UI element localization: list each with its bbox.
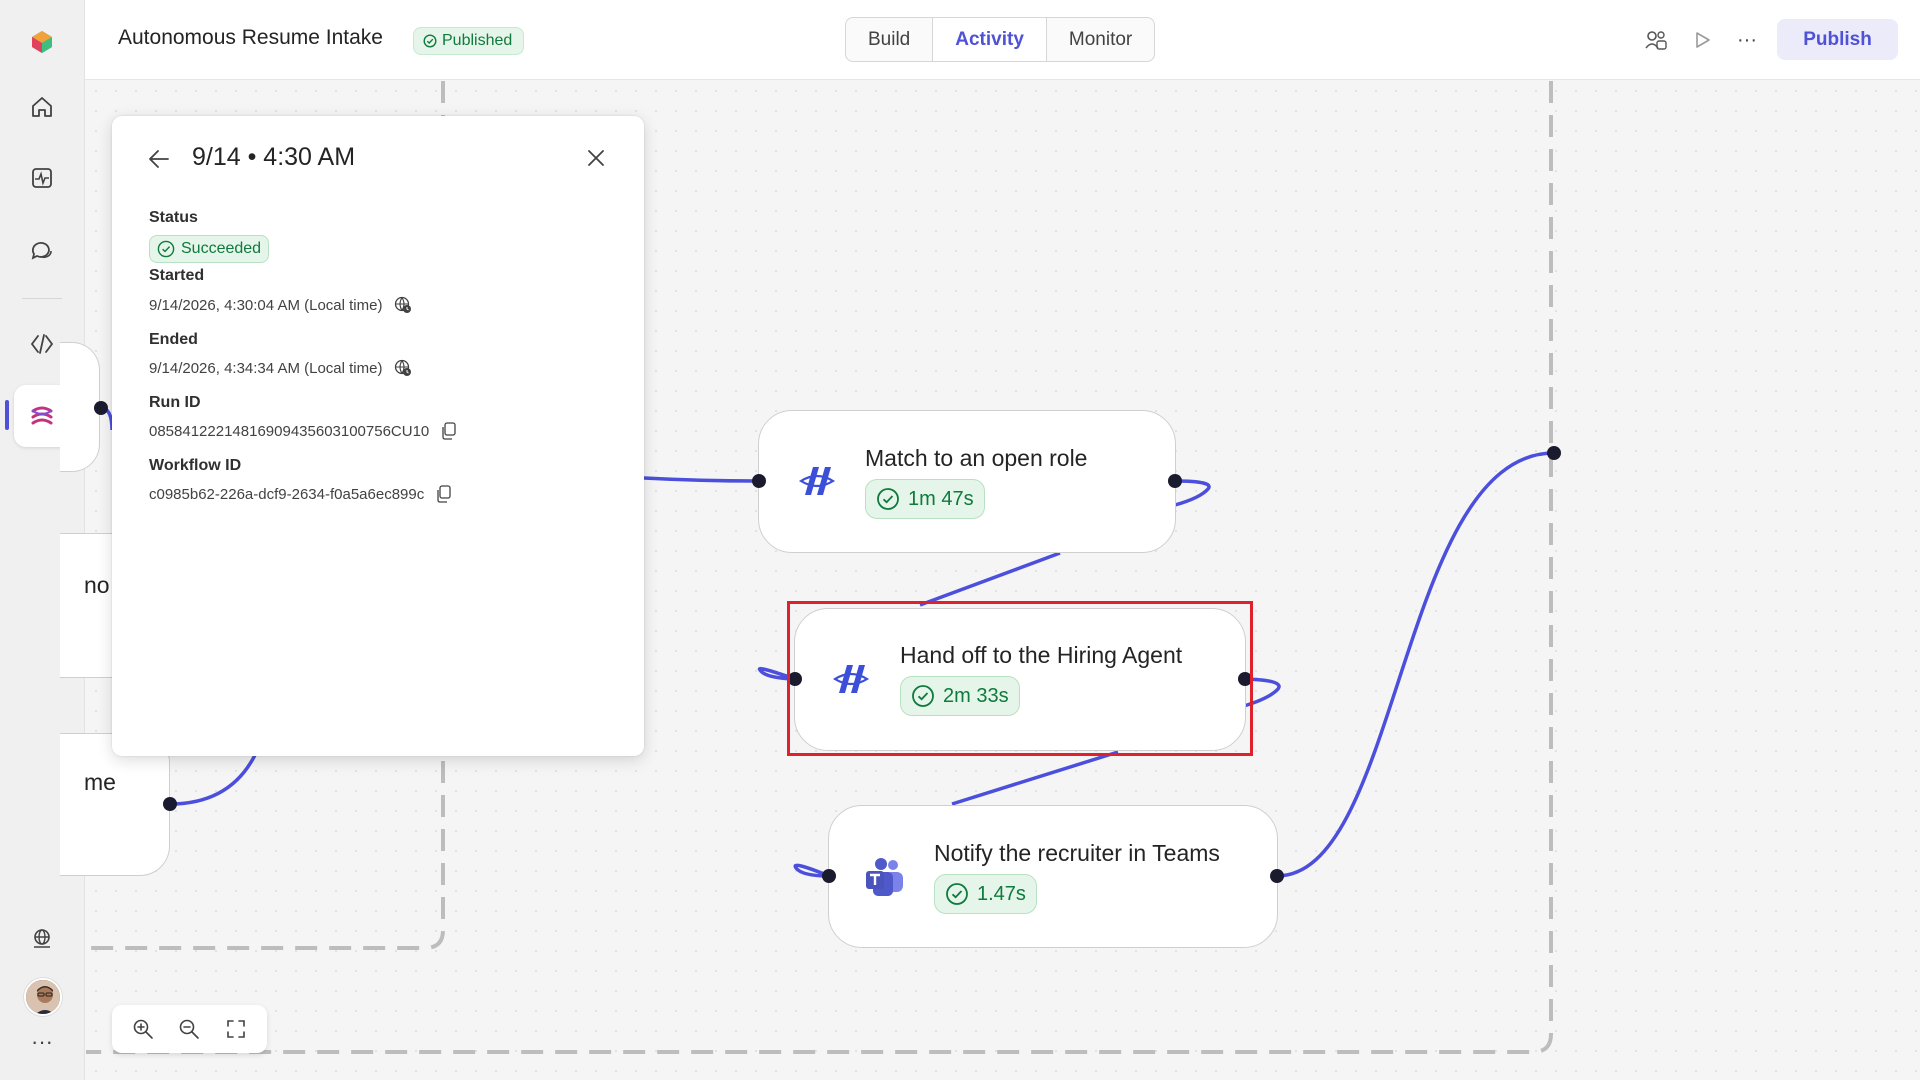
node-match-open-role[interactable]: Match to an open role 1m 47s	[758, 410, 1176, 553]
output-port[interactable]	[1270, 869, 1284, 883]
zoom-controls	[112, 1005, 267, 1053]
published-badge: Published	[413, 27, 525, 55]
status-badge: Succeeded	[149, 235, 270, 263]
check-circle-icon	[946, 883, 968, 905]
input-port[interactable]	[822, 869, 836, 883]
copy-icon[interactable]	[441, 422, 457, 440]
node-title: Match to an open role	[865, 445, 1088, 471]
rail-divider	[22, 298, 62, 299]
run-id-value: 08584122214816909435603100756CU10	[149, 422, 430, 440]
check-circle-icon	[157, 240, 175, 258]
published-badge-label: Published	[442, 32, 513, 49]
check-circle-icon	[423, 34, 437, 48]
started-value: 9/14/2026, 4:30:04 AM (Local time)	[149, 296, 383, 314]
selection-highlight	[787, 601, 1253, 756]
back-arrow-icon[interactable]	[146, 146, 172, 172]
tab-activity[interactable]: Activity	[933, 18, 1047, 61]
ended-field: 9/14/2026, 4:34:34 AM (Local time)	[149, 359, 412, 377]
app-logo-icon[interactable]	[20, 20, 64, 64]
workflow-id-label: Workflow ID	[149, 457, 242, 474]
workflow-icon[interactable]	[20, 394, 64, 438]
run-id-label: Run ID	[149, 394, 201, 411]
duration-value: 1m 47s	[908, 487, 974, 510]
zoom-out-icon[interactable]	[175, 1015, 203, 1043]
ended-value: 9/14/2026, 4:34:34 AM (Local time)	[149, 359, 383, 377]
output-port[interactable]	[1168, 474, 1182, 488]
partial-node-middle[interactable]: no	[60, 533, 120, 678]
output-port[interactable]	[163, 797, 177, 811]
check-circle-icon	[877, 488, 899, 510]
partial-node-bottom-label: me	[84, 769, 116, 795]
workflow-id-field: c0985b62-226a-dcf9-2634-f0a5a6ec899c	[149, 485, 452, 503]
globe-clock-icon[interactable]	[394, 359, 412, 377]
globe-icon[interactable]	[20, 917, 64, 961]
view-tabs: Build Activity Monitor	[845, 17, 1156, 62]
rail-more-button[interactable]: ···	[20, 1027, 64, 1057]
rail-active-indicator	[5, 400, 9, 430]
started-label: Started	[149, 267, 205, 284]
duration-badge: 1.47s	[934, 874, 1037, 914]
run-title: 9/14 • 4:30 AM	[192, 143, 356, 171]
ended-label: Ended	[149, 331, 198, 348]
partial-node-middle-label: no	[84, 572, 110, 598]
node-notify-recruiter-teams[interactable]: Notify the recruiter in Teams 1.47s	[828, 805, 1278, 948]
fit-to-screen-icon[interactable]	[222, 1015, 250, 1043]
activity-icon[interactable]	[20, 156, 64, 200]
more-options-button[interactable]: ···	[1731, 24, 1763, 56]
agent-icon	[798, 467, 836, 495]
top-header: Autonomous Resume Intake Published Build…	[85, 0, 1920, 80]
started-field: 9/14/2026, 4:30:04 AM (Local time)	[149, 296, 412, 314]
code-icon[interactable]	[20, 322, 64, 366]
run-details-panel: 9/14 • 4:30 AM Status Succeeded Started …	[112, 116, 644, 756]
share-users-icon[interactable]	[1640, 24, 1672, 56]
globe-clock-icon[interactable]	[394, 296, 412, 314]
run-id-field: 08584122214816909435603100756CU10	[149, 422, 457, 440]
workflow-title: Autonomous Resume Intake	[118, 26, 383, 49]
copy-icon[interactable]	[436, 485, 452, 503]
teams-icon	[866, 858, 903, 896]
chat-icon[interactable]	[20, 228, 64, 272]
status-value: Succeeded	[181, 240, 262, 257]
group-output-port[interactable]	[1547, 446, 1561, 460]
zoom-in-icon[interactable]	[129, 1015, 157, 1043]
tab-monitor[interactable]: Monitor	[1047, 18, 1154, 61]
user-avatar[interactable]	[24, 978, 62, 1016]
tab-build[interactable]: Build	[846, 18, 934, 61]
input-port[interactable]	[752, 474, 766, 488]
workflow-id-value: c0985b62-226a-dcf9-2634-f0a5a6ec899c	[149, 485, 425, 503]
status-label: Status	[149, 209, 198, 226]
close-icon[interactable]	[584, 146, 608, 170]
duration-badge: 1m 47s	[865, 479, 985, 519]
node-title: Notify the recruiter in Teams	[934, 840, 1220, 866]
duration-value: 1.47s	[977, 882, 1026, 905]
output-port[interactable]	[94, 401, 108, 415]
play-icon[interactable]	[1686, 24, 1718, 56]
publish-button[interactable]: Publish	[1777, 19, 1898, 60]
home-icon[interactable]	[20, 85, 64, 129]
